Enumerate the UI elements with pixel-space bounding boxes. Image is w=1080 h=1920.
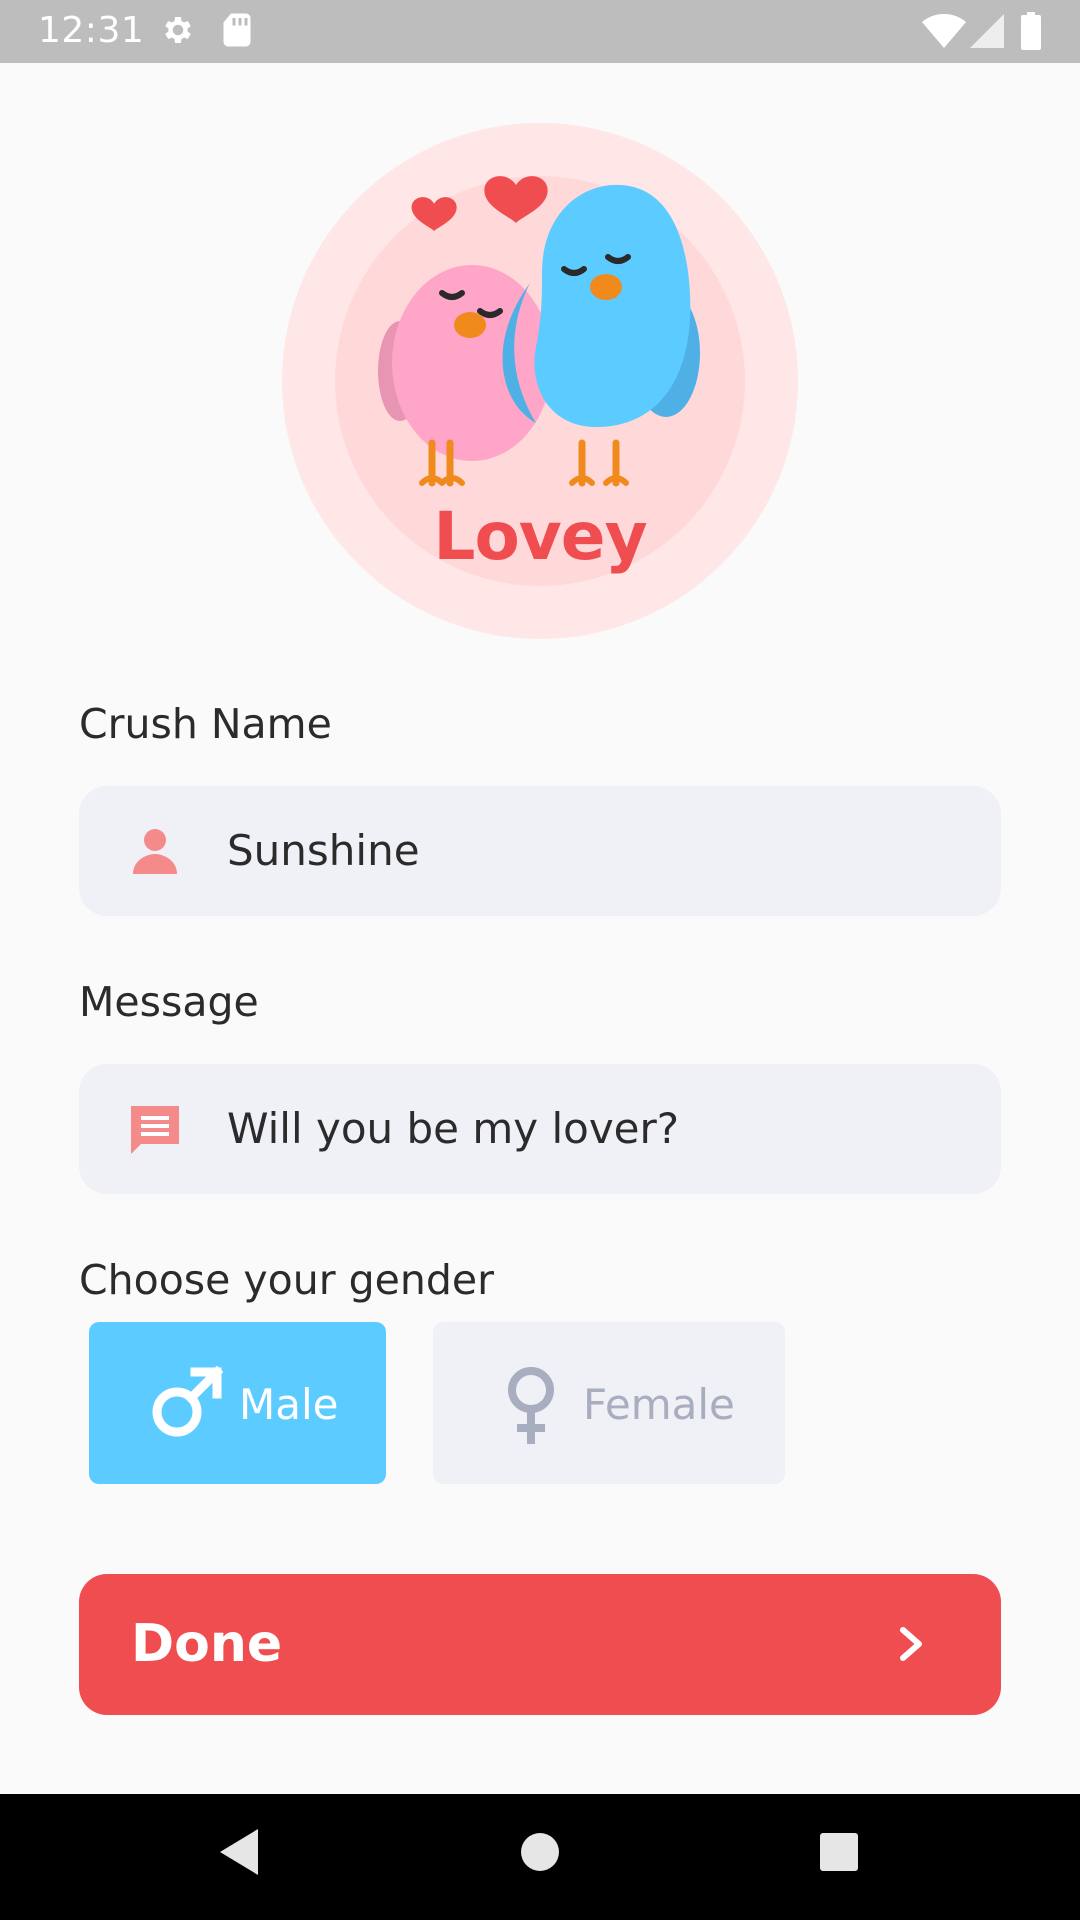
gender-label-male: Male	[239, 1380, 339, 1429]
status-bar: 12:31	[0, 0, 1080, 63]
message-field[interactable]: Will you be my lover?	[79, 1064, 1001, 1194]
message-input[interactable]: Will you be my lover?	[227, 1104, 679, 1153]
male-icon	[149, 1365, 224, 1444]
recents-icon[interactable]	[818, 1827, 860, 1881]
crush-name-label: Crush Name	[79, 700, 332, 748]
chat-icon	[127, 1102, 183, 1158]
female-icon	[505, 1366, 557, 1450]
gear-icon	[160, 12, 196, 52]
crush-name-input[interactable]: Sunshine	[227, 826, 420, 875]
message-label: Message	[79, 978, 259, 1026]
wifi-icon	[922, 13, 966, 52]
crush-name-field[interactable]: Sunshine	[79, 786, 1001, 916]
gender-option-male[interactable]: Male	[89, 1322, 386, 1484]
person-icon	[127, 824, 183, 880]
done-button-label: Done	[131, 1614, 283, 1674]
gender-label: Choose your gender	[79, 1256, 494, 1304]
sd-card-icon	[222, 12, 252, 52]
back-icon[interactable]	[218, 1827, 260, 1881]
gender-option-female[interactable]: Female	[433, 1322, 785, 1484]
done-button[interactable]: Done	[79, 1574, 1001, 1715]
gender-label-female: Female	[583, 1380, 735, 1429]
logo-text: Lovey	[433, 498, 647, 575]
app-logo: Lovey	[282, 123, 798, 639]
home-icon[interactable]	[520, 1827, 560, 1881]
battery-icon	[1021, 12, 1041, 54]
status-time: 12:31	[38, 10, 145, 51]
chevron-right-icon	[891, 1622, 931, 1670]
navigation-bar	[0, 1794, 1080, 1920]
signal-icon	[970, 14, 1004, 52]
